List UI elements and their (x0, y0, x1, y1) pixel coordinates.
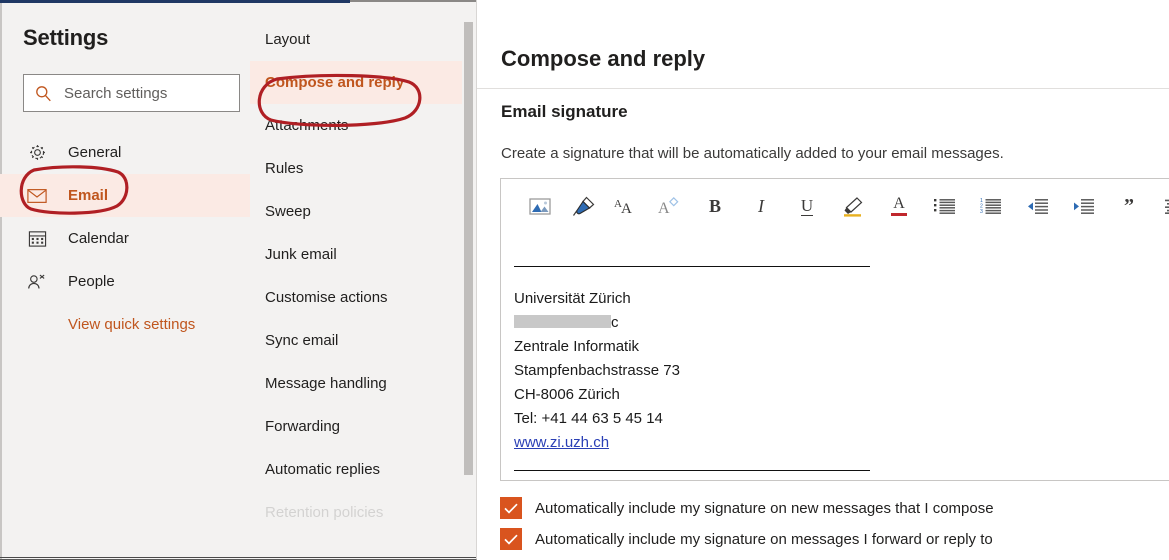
settings-category-column: Settings Search settings General Email C… (0, 3, 250, 559)
sidebar-item-calendar[interactable]: Calendar (0, 217, 250, 260)
sidebar-item-label: Calendar (68, 230, 129, 247)
bold-icon[interactable]: B (699, 190, 731, 222)
bulleted-list-icon[interactable] (929, 190, 961, 222)
format-painter-icon[interactable] (567, 190, 599, 222)
people-icon (26, 271, 48, 293)
sidebar-item-label: People (68, 273, 115, 290)
font-colour-icon[interactable]: A (883, 190, 915, 222)
subnav-scrollbar-thumb[interactable] (464, 22, 473, 475)
sidebar-item-rules[interactable]: Rules (250, 147, 463, 190)
svg-text:3: 3 (980, 209, 983, 215)
sidebar-item-subnav-clipped-top[interactable] (250, 3, 463, 18)
check-icon (504, 503, 518, 514)
redaction-block (514, 315, 611, 328)
font-size-icon[interactable]: A A (610, 190, 642, 222)
clipped-background-text (75, 552, 79, 559)
section-title-email-signature: Email signature (501, 102, 628, 121)
quote-icon[interactable]: ” (1113, 190, 1145, 222)
sidebar-item-customise-actions[interactable]: Customise actions (250, 276, 463, 319)
sidebar-item-automatic-replies[interactable]: Automatic replies (250, 448, 463, 491)
highlight-icon[interactable] (837, 190, 869, 222)
checkbox-label: Automatically include my signature on me… (535, 530, 993, 548)
sidebar-item-label: General (68, 144, 122, 161)
sidebar-item-sweep[interactable]: Sweep (250, 190, 463, 233)
sidebar-item-retention-policies[interactable]: Retention policies (250, 491, 463, 534)
sidebar-item-general[interactable]: General (0, 131, 250, 174)
numbered-list-icon[interactable]: 123 (975, 190, 1007, 222)
calendar-icon (26, 228, 48, 250)
signature-line: CH-8006 Zürich (514, 386, 620, 403)
checkbox-label: Automatically include my signature on ne… (535, 499, 994, 517)
search-placeholder-text: Search settings (64, 84, 168, 102)
insert-picture-icon[interactable] (524, 190, 556, 222)
sidebar-item-attachments[interactable]: Attachments (250, 104, 463, 147)
gear-icon (26, 142, 48, 164)
signature-content: Universität Zürich c Zentrale Informatik… (514, 287, 1169, 455)
signature-line: Zentrale Informatik (514, 338, 640, 355)
italic-icon[interactable]: I (745, 190, 777, 222)
signature-editor[interactable]: A A A B I U A 1 2 3 ” Universität Zürich… (500, 178, 1169, 481)
signature-divider-bottom (514, 470, 870, 471)
envelope-icon (26, 185, 48, 207)
svg-text:A: A (658, 200, 670, 216)
signature-line: Stampfenbachstrasse 73 (514, 362, 680, 379)
sidebar-item-message-handling[interactable]: Message handling (250, 362, 463, 405)
check-icon (504, 534, 518, 545)
signature-website-link[interactable]: www.zi.uzh.ch (514, 434, 609, 451)
checkbox-row-reply-forward[interactable]: Automatically include my signature on me… (500, 528, 993, 550)
sidebar-item-email[interactable]: Email (0, 174, 250, 217)
increase-indent-icon[interactable] (1067, 190, 1099, 222)
sidebar-item-compose-and-reply[interactable]: Compose and reply (250, 61, 463, 104)
signature-line: Universität Zürich (514, 290, 631, 307)
signature-line-redacted: c (514, 311, 1169, 335)
clear-formatting-icon[interactable]: A (653, 190, 685, 222)
app-root: Settings Search settings General Email C… (0, 0, 1169, 560)
view-quick-settings-link[interactable]: View quick settings (68, 316, 195, 333)
dialog-top-gray-bar (350, 0, 476, 2)
page-title: Compose and reply (501, 46, 706, 71)
sidebar-item-layout[interactable]: Layout (250, 18, 463, 61)
checkbox-reply-forward[interactable] (500, 528, 522, 550)
signature-editor-toolbar: A A A B I U A 1 2 3 ” (501, 179, 1169, 233)
search-settings-input[interactable]: Search settings (23, 74, 240, 112)
decrease-indent-icon[interactable] (1021, 190, 1053, 222)
svg-text:A: A (621, 201, 632, 216)
sidebar-item-junk-email[interactable]: Junk email (250, 233, 463, 276)
settings-dialog: Settings Search settings General Email C… (0, 0, 477, 560)
section-description: Create a signature that will be automati… (501, 145, 1004, 162)
settings-title: Settings (23, 25, 109, 50)
signature-divider-top (514, 266, 870, 267)
align-icon[interactable] (1159, 190, 1169, 222)
sidebar-item-sync-email[interactable]: Sync email (250, 319, 463, 362)
header-divider (477, 88, 1169, 89)
settings-subnav-column: Layout Compose and reply Attachments Rul… (250, 3, 476, 559)
checkbox-row-new-messages[interactable]: Automatically include my signature on ne… (500, 497, 994, 519)
sidebar-item-label: Email (68, 187, 109, 204)
checkbox-new-messages[interactable] (500, 497, 522, 519)
signature-line: Tel: +41 44 63 5 45 14 (514, 410, 663, 427)
underline-icon[interactable]: U (791, 190, 823, 222)
settings-category-list: General Email Calendar People (0, 131, 250, 303)
dialog-bottom-edge (0, 557, 476, 558)
compose-and-reply-panel: Compose and reply Email signature Create… (477, 0, 1169, 560)
search-icon (35, 85, 52, 102)
signature-text-area[interactable]: Universität Zürich c Zentrale Informatik… (501, 233, 1169, 480)
sidebar-item-people[interactable]: People (0, 260, 250, 303)
sidebar-item-forwarding[interactable]: Forwarding (250, 405, 463, 448)
